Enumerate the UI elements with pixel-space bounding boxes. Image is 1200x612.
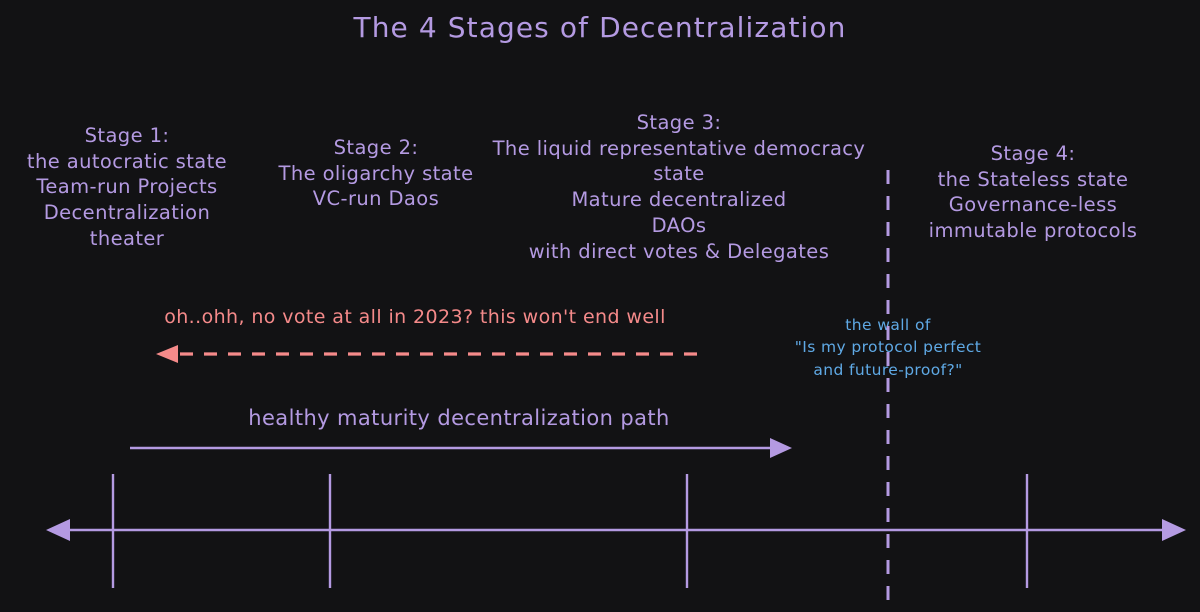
regression-arrow-head bbox=[156, 345, 178, 363]
diagram-canvas: The 4 Stages of Decentralization Stage 1… bbox=[0, 0, 1200, 612]
regression-arrow bbox=[156, 345, 697, 363]
timeline-axis bbox=[46, 519, 1186, 541]
healthy-path-arrow bbox=[130, 438, 792, 458]
timeline-arrow-head-left bbox=[46, 519, 70, 541]
healthy-path-arrow-head bbox=[770, 438, 792, 458]
diagram-vector-layer bbox=[46, 170, 1186, 602]
timeline-arrow-head-right bbox=[1162, 519, 1186, 541]
